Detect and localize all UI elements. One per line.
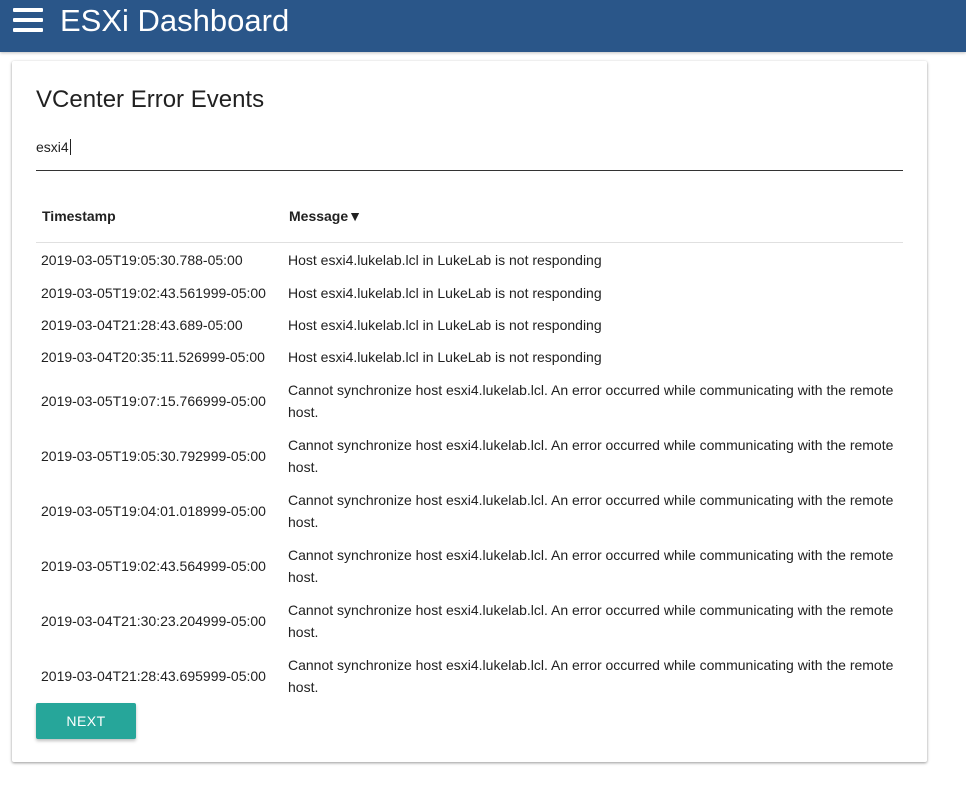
top-app-bar: ESXi Dashboard (0, 0, 966, 52)
sort-descending-icon: ▼ (348, 207, 363, 224)
menu-bar-line (13, 8, 43, 12)
timestamp-cell: 2019-03-05T19:02:43.564999-05:00 (41, 557, 266, 574)
table-row: 2019-03-04T21:28:43.689-05:00 Host esxi4… (36, 309, 903, 341)
message-cell: Host esxi4.lukelab.lcl in LukeLab is not… (288, 349, 602, 365)
message-cell: Cannot synchronize host esxi4.lukelab.lc… (288, 436, 894, 475)
table-row: 2019-03-04T21:30:23.204999-05:00 Cannot … (36, 593, 903, 648)
table-row: 2019-03-05T19:04:01.018999-05:00 Cannot … (36, 483, 903, 538)
search-field (36, 133, 903, 171)
message-cell: Cannot synchronize host esxi4.lukelab.lc… (288, 546, 894, 585)
timestamp-cell: 2019-03-04T21:28:43.695999-05:00 (41, 667, 266, 684)
timestamp-cell: 2019-03-04T21:28:43.689-05:00 (41, 317, 243, 333)
error-events-card: VCenter Error Events Timestamp Message▼ … (12, 61, 927, 762)
timestamp-cell: 2019-03-05T19:05:30.788-05:00 (41, 252, 243, 268)
events-table: Timestamp Message▼ 2019-03-05T19:05:30.7… (36, 189, 903, 703)
menu-bar-line (13, 18, 43, 22)
table-row: 2019-03-05T19:05:30.788-05:00 Host esxi4… (36, 243, 903, 278)
table-row: 2019-03-04T21:28:43.695999-05:00 Cannot … (36, 648, 903, 703)
timestamp-cell: 2019-03-04T21:30:23.204999-05:00 (41, 612, 266, 629)
timestamp-cell: 2019-03-05T19:05:30.792999-05:00 (41, 447, 266, 464)
table-row: 2019-03-05T19:02:43.561999-05:00 Host es… (36, 277, 903, 309)
message-cell: Host esxi4.lukelab.lcl in LukeLab is not… (288, 317, 602, 333)
table-row: 2019-03-05T19:05:30.792999-05:00 Cannot … (36, 428, 903, 483)
app-title: ESXi Dashboard (60, 3, 290, 38)
message-cell: Host esxi4.lukelab.lcl in LukeLab is not… (288, 285, 602, 301)
message-cell: Cannot synchronize host esxi4.lukelab.lc… (288, 491, 894, 530)
text-caret (70, 139, 71, 155)
timestamp-cell: 2019-03-05T19:07:15.766999-05:00 (41, 392, 266, 409)
message-cell: Host esxi4.lukelab.lcl in LukeLab is not… (288, 252, 602, 268)
table-row: 2019-03-04T20:35:11.526999-05:00 Host es… (36, 341, 903, 373)
search-input[interactable] (36, 133, 903, 161)
message-column-header[interactable]: Message▼ (283, 189, 903, 243)
message-header-label: Message (289, 207, 349, 224)
message-cell: Cannot synchronize host esxi4.lukelab.lc… (288, 656, 894, 695)
table-row: 2019-03-05T19:02:43.564999-05:00 Cannot … (36, 538, 903, 593)
timestamp-cell: 2019-03-05T19:04:01.018999-05:00 (41, 502, 266, 519)
table-header-row: Timestamp Message▼ (36, 189, 903, 243)
timestamp-cell: 2019-03-05T19:02:43.561999-05:00 (41, 285, 266, 301)
next-button[interactable]: NEXT (36, 703, 136, 739)
table-row: 2019-03-05T19:07:15.766999-05:00 Cannot … (36, 373, 903, 428)
card-title: VCenter Error Events (36, 86, 265, 113)
timestamp-header-label: Timestamp (42, 207, 116, 224)
timestamp-column-header[interactable]: Timestamp (36, 189, 283, 243)
hamburger-menu-icon[interactable] (13, 8, 43, 32)
message-cell: Cannot synchronize host esxi4.lukelab.lc… (288, 601, 894, 640)
timestamp-cell: 2019-03-04T20:35:11.526999-05:00 (41, 349, 265, 365)
message-cell: Cannot synchronize host esxi4.lukelab.lc… (288, 381, 894, 420)
menu-bar-line (13, 28, 43, 32)
